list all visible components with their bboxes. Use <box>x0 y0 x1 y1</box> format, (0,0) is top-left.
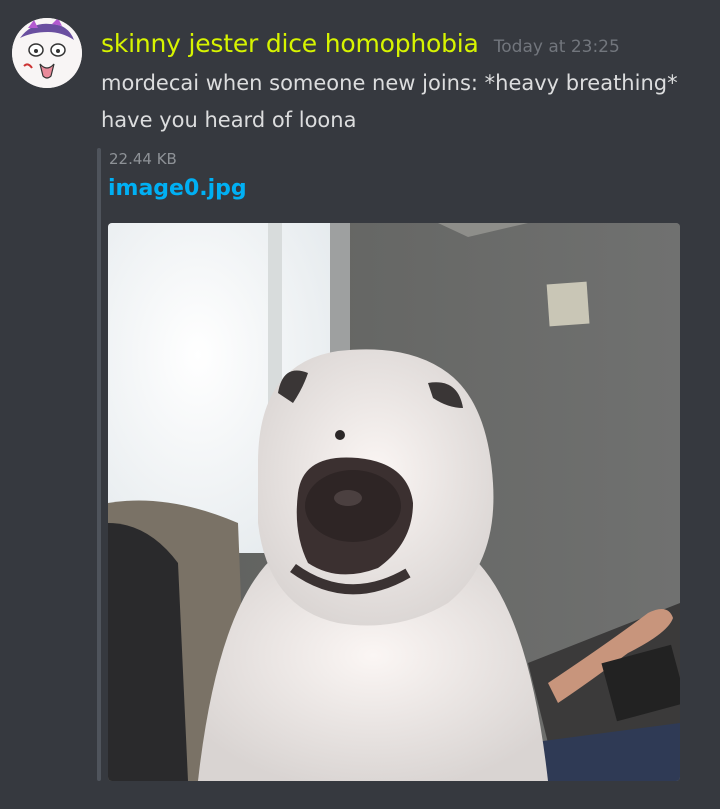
author-username[interactable]: skinny jester dice homophobia <box>101 29 479 58</box>
attachment-image[interactable] <box>108 223 680 781</box>
author-avatar[interactable] <box>12 18 82 88</box>
attachment-filename-link[interactable]: image0.jpg <box>108 176 247 201</box>
message-line: mordecai when someone new joins: *heavy … <box>101 71 678 95</box>
jester-face-icon <box>12 18 82 88</box>
attachment-file-size: 22.44 KB <box>109 150 177 168</box>
message-line: have you heard of loona <box>101 108 357 132</box>
message-header: skinny jester dice homophobia Today at 2… <box>101 27 620 61</box>
attachment-accent-bar <box>97 148 101 781</box>
message-timestamp: Today at 23:25 <box>493 37 620 57</box>
message-content: mordecai when someone new joins: *heavy … <box>101 65 711 139</box>
dog-photo-illustration <box>108 223 680 781</box>
